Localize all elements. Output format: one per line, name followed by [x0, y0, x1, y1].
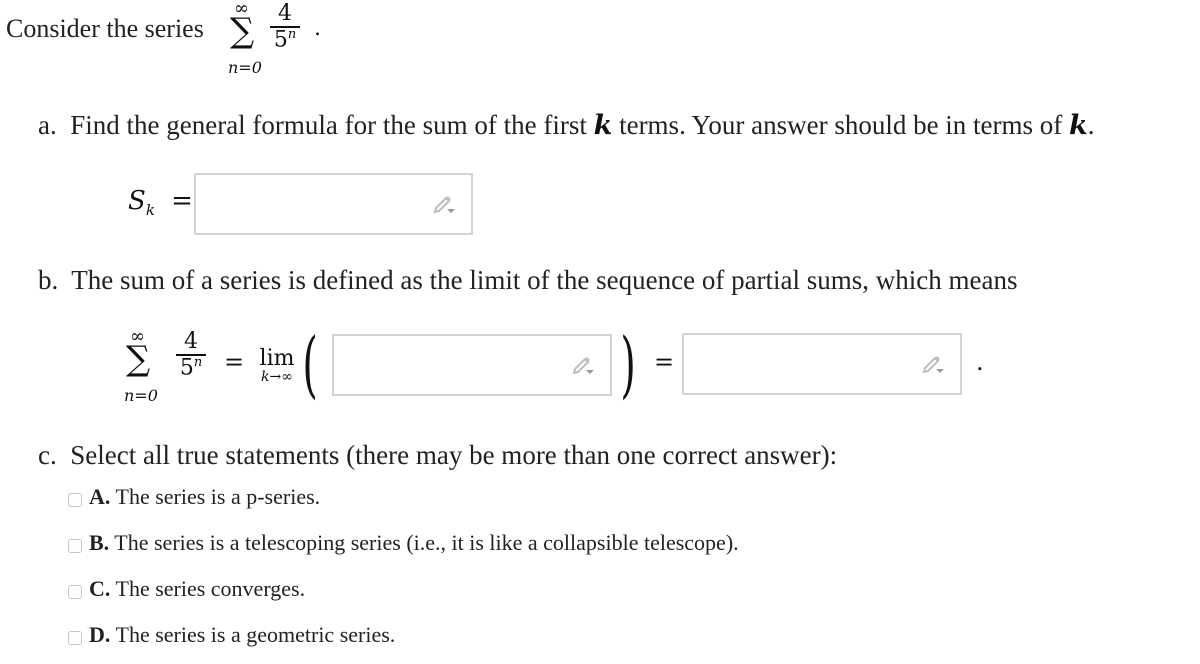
series-fraction: 4 5n: [270, 1, 300, 53]
option-text: The series is a geometric series.: [115, 622, 396, 647]
sigma-symbol: ∑: [126, 339, 151, 379]
checkbox-c[interactable]: [68, 585, 82, 599]
pencil-dropdown-icon[interactable]: [570, 354, 596, 376]
checkbox-b[interactable]: [68, 539, 82, 553]
part-c-prompt: c. Select all true statements (there may…: [38, 440, 837, 471]
part-a-prompt: a. Find the general formula for the sum …: [38, 110, 1095, 141]
sk-label: Sk =: [128, 186, 193, 219]
series-fraction: 4 5n: [176, 329, 206, 381]
option-text: The series converges.: [115, 576, 306, 601]
part-a-label: a.: [38, 110, 57, 140]
option-c-label[interactable]: C. The series converges.: [89, 576, 305, 602]
checkbox-d[interactable]: [68, 631, 82, 645]
part-c-text: Select all true statements (there may be…: [70, 440, 838, 470]
sk-answer-input[interactable]: [194, 173, 473, 235]
part-b-text: The sum of a series is defined as the li…: [71, 265, 1018, 295]
option-letter: B.: [89, 530, 110, 555]
lim-text: lim: [259, 346, 295, 371]
checkbox-a[interactable]: [68, 493, 82, 507]
open-paren: (: [302, 322, 318, 406]
option-d-label[interactable]: D. The series is a geometric series.: [89, 622, 395, 648]
part-a-text-2: terms. Your answer should be in terms of: [619, 110, 1063, 140]
variable-k: k: [1069, 110, 1088, 141]
intro-series: ∞ ∑ n=0 4 5n .: [228, 0, 338, 90]
series-sum-input[interactable]: [682, 333, 962, 395]
intro-text: Consider the series: [6, 14, 204, 43]
part-b-label: b.: [38, 265, 59, 295]
close-paren: ): [620, 322, 636, 406]
sum-lower-limit: n=0: [124, 386, 158, 405]
option-letter: A.: [89, 484, 111, 509]
part-b-series: ∞ ∑ n=0 4 5n: [120, 326, 230, 418]
pencil-dropdown-icon[interactable]: [431, 193, 457, 215]
denominator: 5n: [274, 28, 296, 53]
denominator-base: 5: [179, 355, 194, 381]
option-a-label[interactable]: A. The series is a p-series.: [89, 484, 320, 510]
equals-sign: =: [654, 348, 675, 376]
numerator: 4: [278, 1, 292, 26]
part-c-label: c.: [38, 440, 57, 470]
denominator: 5n: [180, 356, 202, 381]
s-symbol: S: [128, 186, 146, 216]
option-b-label[interactable]: B. The series is a telescoping series (i…: [89, 530, 739, 556]
period: .: [1087, 110, 1095, 140]
denominator-exponent: n: [287, 27, 297, 43]
variable-k: k: [593, 110, 613, 141]
limit-operator: lim k→∞: [252, 346, 302, 385]
part-a-text: Find the general formula for the sum of …: [70, 110, 587, 140]
sum-lower-limit: n=0: [228, 58, 262, 77]
pencil-dropdown-icon[interactable]: [920, 353, 946, 375]
part-b-prompt: b. The sum of a series is defined as the…: [38, 265, 1018, 296]
lim-subscript: k→∞: [261, 369, 293, 385]
denominator-exponent: n: [193, 355, 203, 371]
equals-sign: =: [171, 186, 193, 216]
numerator: 4: [184, 329, 198, 354]
option-letter: C.: [89, 576, 111, 601]
option-letter: D.: [89, 622, 111, 647]
option-text: The series is a p-series.: [115, 484, 321, 509]
trailing-period: .: [976, 348, 984, 376]
equals-sign: =: [224, 348, 245, 376]
option-text: The series is a telescoping series (i.e.…: [114, 530, 739, 555]
s-subscript: k: [145, 201, 155, 220]
denominator-base: 5: [273, 27, 288, 53]
partial-sum-limit-input[interactable]: [332, 334, 612, 396]
sigma-symbol: ∑: [230, 11, 255, 51]
intro-period: .: [314, 16, 321, 41]
